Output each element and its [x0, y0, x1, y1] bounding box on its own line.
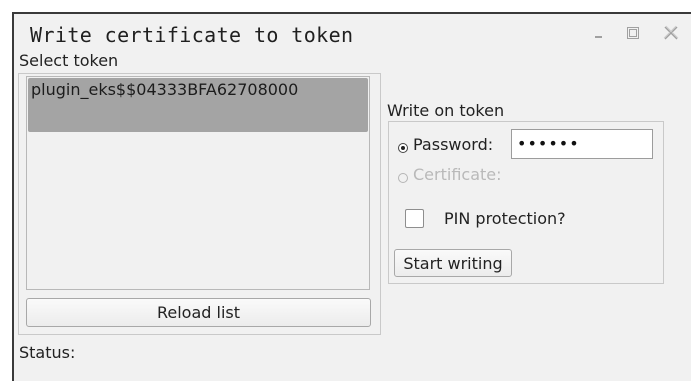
- status-label: Status:: [19, 343, 76, 362]
- write-on-token-label: Write on token: [387, 101, 505, 120]
- reload-list-button[interactable]: Reload list: [26, 298, 371, 327]
- token-item-label: plugin_eks$$04333BFA62708000: [31, 80, 299, 99]
- pin-protection-checkbox[interactable]: [405, 209, 424, 228]
- token-list[interactable]: plugin_eks$$04333BFA62708000: [26, 76, 370, 290]
- password-radio[interactable]: [398, 143, 408, 153]
- start-writing-button[interactable]: Start writing: [394, 249, 512, 277]
- pin-protection-label[interactable]: PIN protection?: [444, 209, 566, 228]
- close-icon[interactable]: [662, 24, 680, 42]
- token-list-item[interactable]: plugin_eks$$04333BFA62708000: [28, 78, 368, 132]
- certificate-label: Certificate:: [413, 165, 502, 184]
- maximize-icon[interactable]: [624, 24, 642, 42]
- password-label: Password:: [413, 135, 494, 154]
- certificate-radio: [398, 173, 408, 183]
- title-bar[interactable]: Write certificate to token: [14, 14, 691, 52]
- minimize-icon[interactable]: [590, 24, 608, 42]
- password-input[interactable]: ••••••: [511, 129, 653, 159]
- select-token-label: Select token: [19, 51, 119, 70]
- window-title: Write certificate to token: [30, 23, 354, 47]
